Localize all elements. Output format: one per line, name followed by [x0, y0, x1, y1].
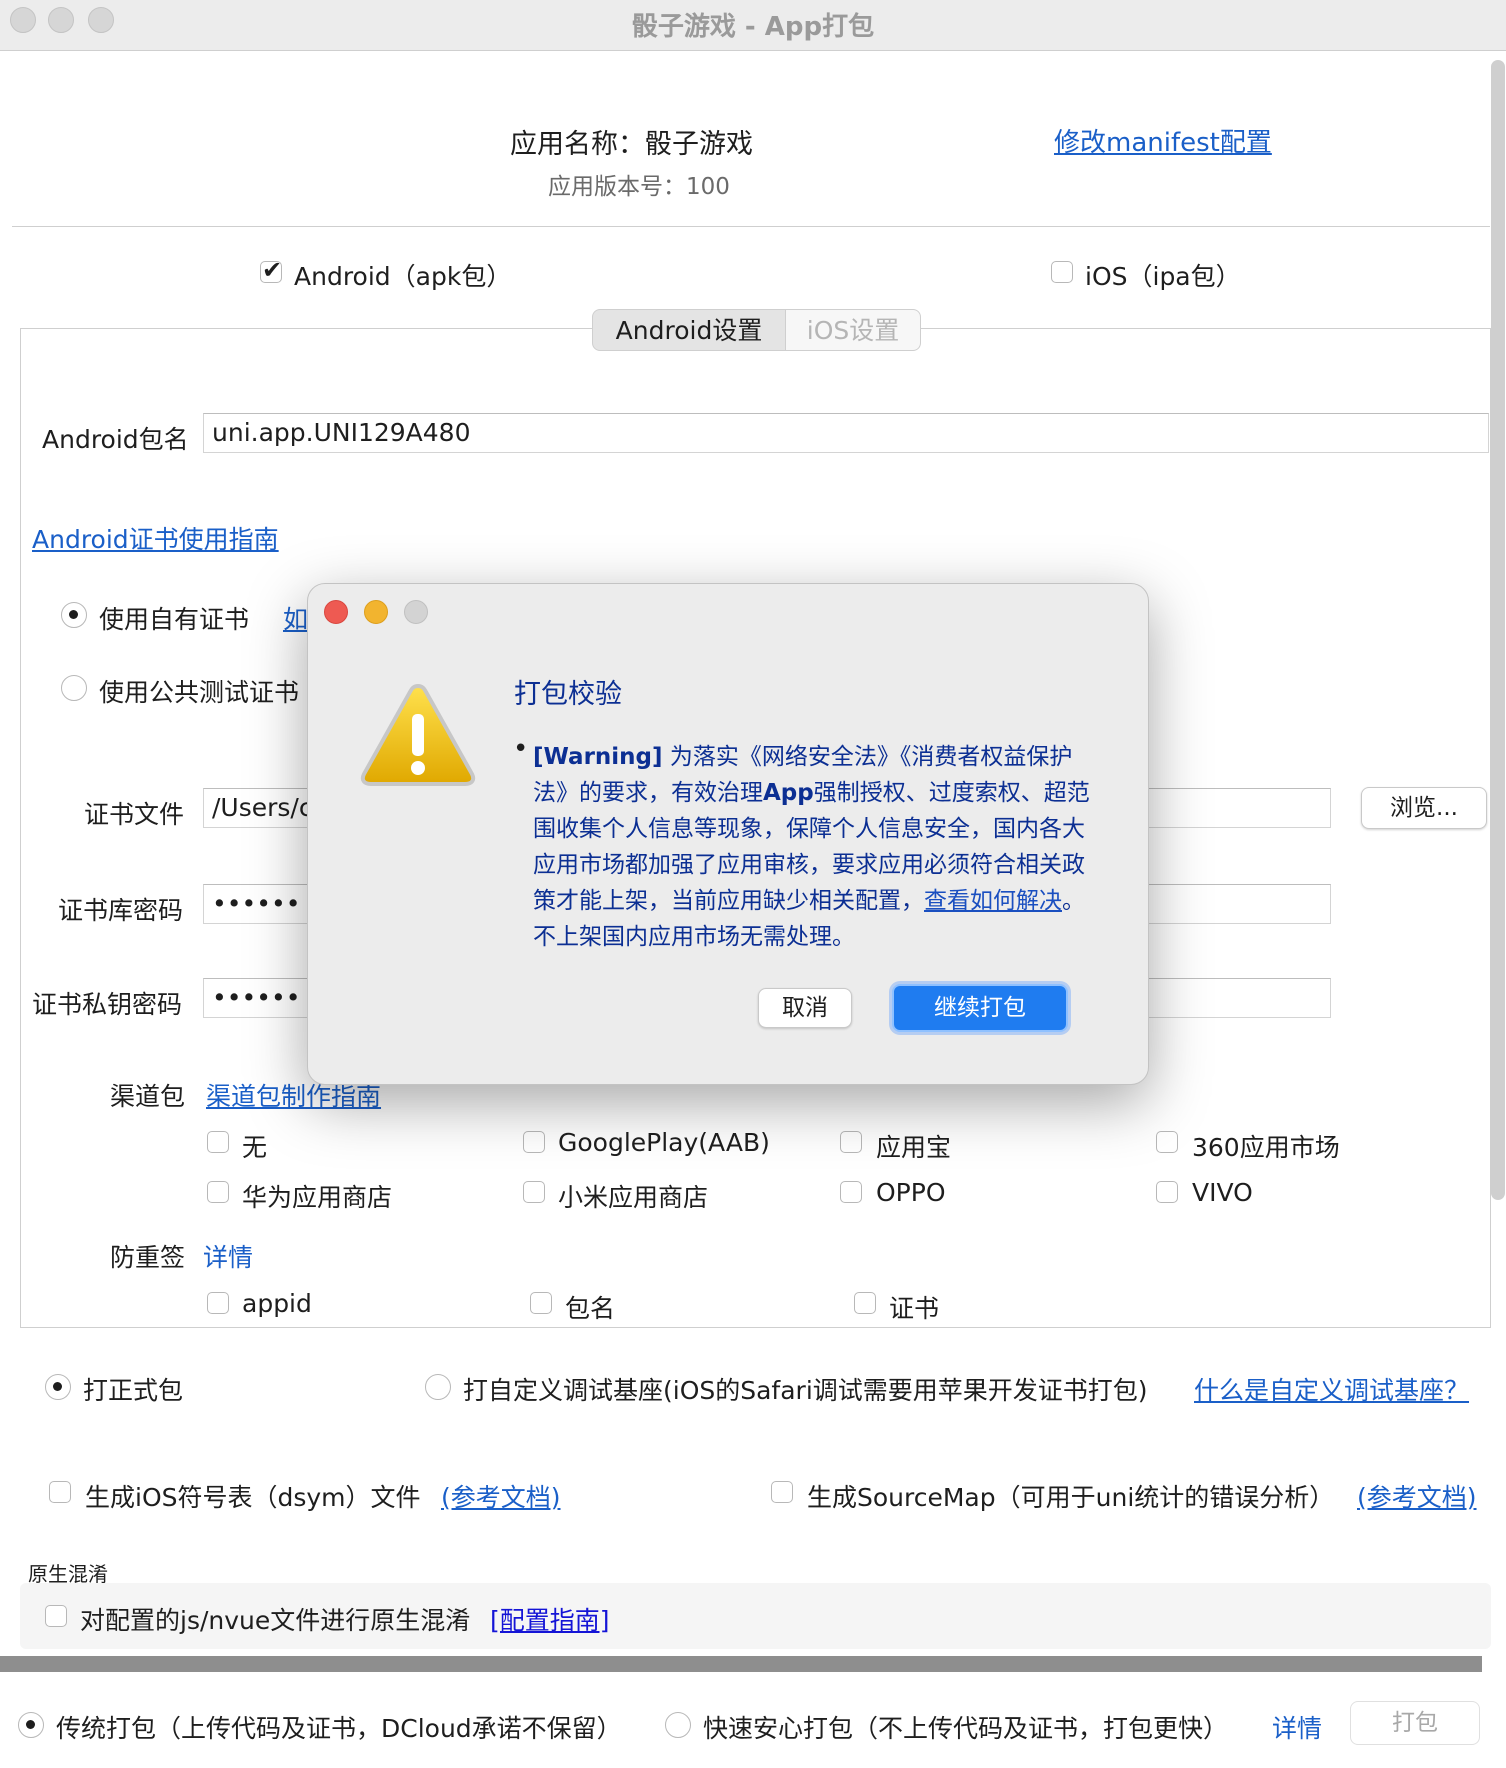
channel-label-none: 无 [242, 1133, 268, 1162]
dsym-checkbox[interactable] [49, 1481, 71, 1503]
anti-resign-label: 防重签 [110, 1243, 186, 1272]
custom-base-radio[interactable] [425, 1374, 451, 1400]
channel-label-vivo: VIVO [1192, 1178, 1253, 1207]
how-to-fix-link[interactable]: 查看如何解决 [924, 888, 1062, 914]
package-name-input[interactable]: uni.app.UNI129A480 [203, 413, 1489, 453]
vertical-scrollbar[interactable] [1491, 60, 1505, 1200]
channel-checkbox-none[interactable] [207, 1131, 229, 1153]
ios-platform-label: iOS（ipa包） [1085, 262, 1241, 291]
traditional-pack-radio[interactable] [18, 1712, 44, 1738]
own-cert-help-link[interactable]: 如 [283, 600, 308, 636]
channel-label-googleplay: GooglePlay(AAB) [558, 1128, 770, 1157]
window-title: 骰子游戏 - App打包 [631, 12, 875, 42]
release-build-label: 打正式包 [83, 1376, 184, 1405]
anti-checkbox-cert[interactable] [854, 1292, 876, 1314]
browse-button[interactable]: 浏览... [1361, 787, 1487, 829]
channel-label-huawei: 华为应用商店 [242, 1183, 393, 1212]
channel-label-oppo: OPPO [876, 1178, 946, 1207]
warning-tag: [Warning] [533, 744, 663, 770]
key-password-label: 证书私钥密码 [32, 990, 183, 1019]
header-divider [12, 226, 1490, 227]
channel-checkbox-360[interactable] [1156, 1131, 1178, 1153]
pack-verify-dialog: 打包校验 • [Warning] 为落实《网络安全法》《消费者权益保护法》的要求… [307, 583, 1149, 1085]
public-cert-label: 使用公共测试证书 [99, 678, 300, 707]
dsym-label: 生成iOS符号表（dsym）文件 [85, 1483, 421, 1512]
keystore-password-label: 证书库密码 [58, 896, 184, 925]
anti-label-cert: 证书 [889, 1294, 940, 1323]
warning-icon [360, 683, 476, 786]
channel-label-yingyongbao: 应用宝 [876, 1133, 952, 1162]
dialog-continue-button[interactable]: 继续打包 [892, 984, 1068, 1032]
obfuscation-checkbox[interactable] [45, 1605, 67, 1627]
dialog-message: [Warning] 为落实《网络安全法》《消费者权益保护法》的要求，有效治理Ap… [533, 739, 1093, 955]
fast-pack-label: 快速安心打包（不上传代码及证书，打包更快） [703, 1714, 1229, 1743]
anti-checkbox-appid[interactable] [207, 1292, 229, 1314]
sourcemap-checkbox[interactable] [771, 1481, 793, 1503]
android-checkbox[interactable] [260, 256, 282, 284]
custom-base-help-link[interactable]: 什么是自定义调试基座？ [1194, 1371, 1469, 1407]
tab-ios-settings[interactable]: iOS设置 [785, 309, 921, 351]
release-build-radio[interactable] [45, 1374, 71, 1400]
dialog-close-button[interactable] [324, 600, 348, 624]
channel-checkbox-huawei[interactable] [207, 1181, 229, 1203]
obfuscation-guide-link[interactable]: [配置指南] [490, 1601, 610, 1637]
dialog-title: 打包校验 [514, 679, 622, 710]
own-cert-radio[interactable] [61, 602, 87, 628]
footer-details-link[interactable]: 详情 [1272, 1709, 1322, 1745]
obfuscation-label: 对配置的js/nvue文件进行原生混淆 [80, 1606, 471, 1635]
dsym-docs-link[interactable]: (参考文档) [441, 1478, 561, 1514]
traditional-pack-label: 传统打包（上传代码及证书，DCloud承诺不保留） [56, 1714, 622, 1743]
anti-checkbox-package[interactable] [530, 1292, 552, 1314]
sourcemap-label: 生成SourceMap（可用于uni统计的错误分析） [807, 1483, 1335, 1512]
dialog-zoom-button[interactable] [404, 600, 428, 624]
footer-separator [0, 1656, 1482, 1672]
anti-label-package: 包名 [565, 1294, 616, 1323]
dialog-minimize-button[interactable] [364, 600, 388, 624]
channel-checkbox-xiaomi[interactable] [523, 1181, 545, 1203]
channel-label-360: 360应用市场 [1192, 1133, 1340, 1162]
channel-label: 渠道包 [110, 1082, 186, 1111]
app-version: 应用版本号：100 [548, 174, 730, 200]
manifest-config-link[interactable]: 修改manifest配置 [1054, 122, 1272, 159]
android-platform-label: Android（apk包） [294, 262, 512, 291]
cert-file-label: 证书文件 [84, 800, 185, 829]
own-cert-label: 使用自有证书 [99, 605, 250, 634]
fast-pack-radio[interactable] [665, 1712, 691, 1738]
dialog-cancel-button[interactable]: 取消 [758, 988, 852, 1028]
cert-guide-link[interactable]: Android证书使用指南 [32, 520, 279, 556]
tab-android-settings[interactable]: Android设置 [592, 309, 786, 351]
channel-checkbox-googleplay[interactable] [523, 1131, 545, 1153]
channel-label-xiaomi: 小米应用商店 [558, 1183, 709, 1212]
package-name-label: Android包名 [42, 425, 189, 454]
public-cert-radio[interactable] [61, 675, 87, 701]
channel-checkbox-yingyongbao[interactable] [840, 1131, 862, 1153]
channel-checkbox-vivo[interactable] [1156, 1181, 1178, 1203]
anti-label-appid: appid [242, 1289, 312, 1318]
app-name: 应用名称：骰子游戏 [510, 129, 753, 160]
channel-checkbox-oppo[interactable] [840, 1181, 862, 1203]
ios-checkbox[interactable] [1051, 261, 1073, 283]
custom-base-label: 打自定义调试基座(iOS的Safari调试需要用苹果开发证书打包) [463, 1376, 1148, 1405]
message-text-bold: App [763, 780, 814, 806]
pack-button[interactable]: 打包 [1350, 1701, 1480, 1745]
sourcemap-docs-link[interactable]: (参考文档) [1357, 1478, 1477, 1514]
message-bullet: • [513, 734, 529, 764]
anti-resign-details-link[interactable]: 详情 [203, 1238, 253, 1274]
